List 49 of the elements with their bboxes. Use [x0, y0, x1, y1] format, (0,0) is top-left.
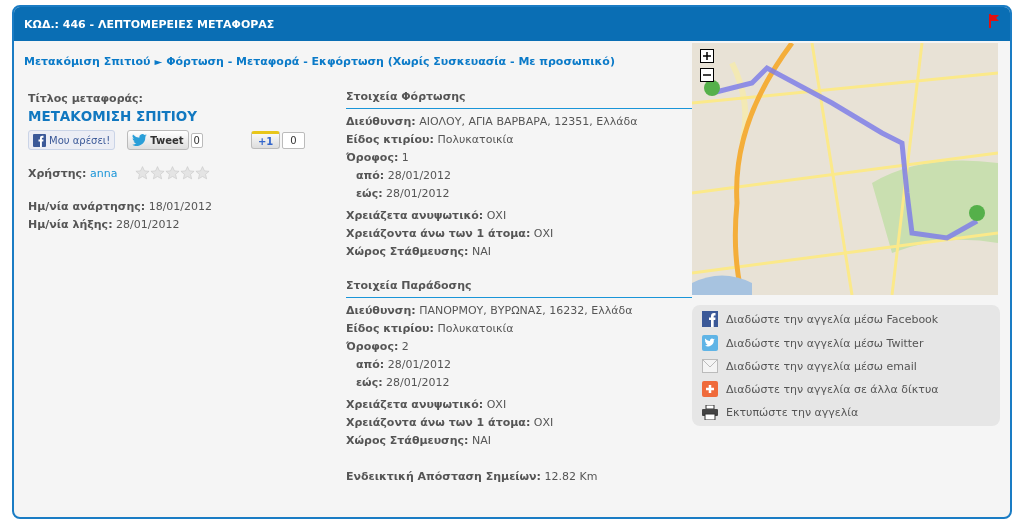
user-link[interactable]: anna [90, 166, 118, 180]
detail-line: Είδος κτιρίου: Πολυκατοικία [346, 132, 515, 148]
breadcrumb-link[interactable]: Μετακόμιση Σπιτιού [24, 55, 151, 68]
listing-title: ΜΕΤΑΚΟΜΙΣΗ ΣΠΙΤΙΟΥ [28, 108, 198, 124]
detail-line: Διεύθυνση: ΑΙΟΛΟΥ, ΑΓΙΑ ΒΑΡΒΑΡΑ, 12351, Ελλάδα [346, 114, 639, 130]
detail-line: Όροφος: 2 [346, 339, 410, 355]
facebook-icon [33, 133, 46, 147]
detail-line: Χρειάζετα ανυψωτικό: ΟΧΙ [346, 397, 508, 413]
share-link[interactable]: Εκτυπώστε την αγγελία [702, 405, 990, 420]
breadcrumb-link[interactable]: Φόρτωση - Μεταφορά - Εκφόρτωση (Χωρίς Συσκευασία - Με προσωπικό) [166, 55, 615, 68]
title-label: Τίτλος μεταφοράς: [28, 92, 144, 105]
envelope-icon [702, 359, 718, 373]
detail-line: από: 28/01/2012 [355, 168, 453, 184]
detail-line: Χώρος Στάθμευσης: ΝΑΙ [346, 433, 492, 449]
distance-line: Ενδεικτική Απόσταση Σημείων: 12.82 Km [346, 469, 599, 485]
plus-one-button[interactable]: +1 [250, 131, 281, 149]
share-link[interactable]: Διαδώστε την αγγελία σε άλλα δίκτυα [702, 381, 990, 397]
like-button[interactable]: Μου αρέσει! [28, 130, 116, 150]
detail-line: Όροφος: 1 [346, 150, 410, 166]
plus-one-count: 0 [282, 131, 305, 149]
section-title: Στοιχεία Παράδοσης [346, 279, 692, 298]
detail-line: Διεύθυνση: ΠΑΝΟΡΜΟΥ, ΒΥΡΩΝΑΣ, 16232, Ελλάδα [346, 303, 634, 319]
detail-line: Χώρος Στάθμευσης: ΝΑΙ [346, 244, 492, 260]
share-link[interactable]: Διαδώστε την αγγελία μέσω Facebook [702, 311, 990, 327]
detail-line: εώς: 28/01/2012 [355, 186, 451, 202]
detail-line: Είδος κτιρίου: Πολυκατοικία [346, 321, 515, 337]
bird-icon [132, 134, 148, 146]
detail-line: Χρειάζοντα άνω των 1 άτομα: ΟΧΙ [346, 415, 555, 431]
detail-line: Χρειάζετα ανυψωτικό: ΟΧΙ [346, 208, 508, 224]
user-line: Χρήστης: anna [28, 166, 118, 180]
bird-icon [702, 335, 718, 351]
panel-title: ΚΩΔ.: 446 - ΛΕΠΤΟΜΕΡΕΙΕΣ ΜΕΤΑΦΟΡΑΣ [24, 17, 275, 31]
detail-line: εώς: 28/01/2012 [355, 375, 451, 391]
breadcrumb-separator: ► [154, 56, 163, 67]
detail-line: από: 28/01/2012 [355, 357, 453, 373]
rating-stars[interactable] [135, 166, 211, 180]
detail-line: Χρειάζοντα άνω των 1 άτομα: ΟΧΙ [346, 226, 555, 242]
printer-icon [702, 405, 718, 420]
zoom-in-button[interactable] [700, 49, 714, 63]
share-link[interactable]: Διαδώστε την αγγελία μέσω Twitter [702, 335, 990, 351]
tweet-button[interactable]: Tweet [127, 130, 189, 150]
date-line: Ημ/νία ανάρτησης: 18/01/2012 [28, 199, 214, 215]
plus-icon [702, 381, 718, 397]
zoom-out-button[interactable] [700, 68, 714, 82]
facebook-icon [702, 311, 718, 327]
section-title: Στοιχεία Φόρτωσης [346, 90, 692, 109]
tweet-count: 0 [190, 132, 203, 148]
date-line: Ημ/νία λήξης: 28/01/2012 [28, 217, 181, 233]
share-link[interactable]: Διαδώστε την αγγελία μέσω email [702, 359, 990, 373]
